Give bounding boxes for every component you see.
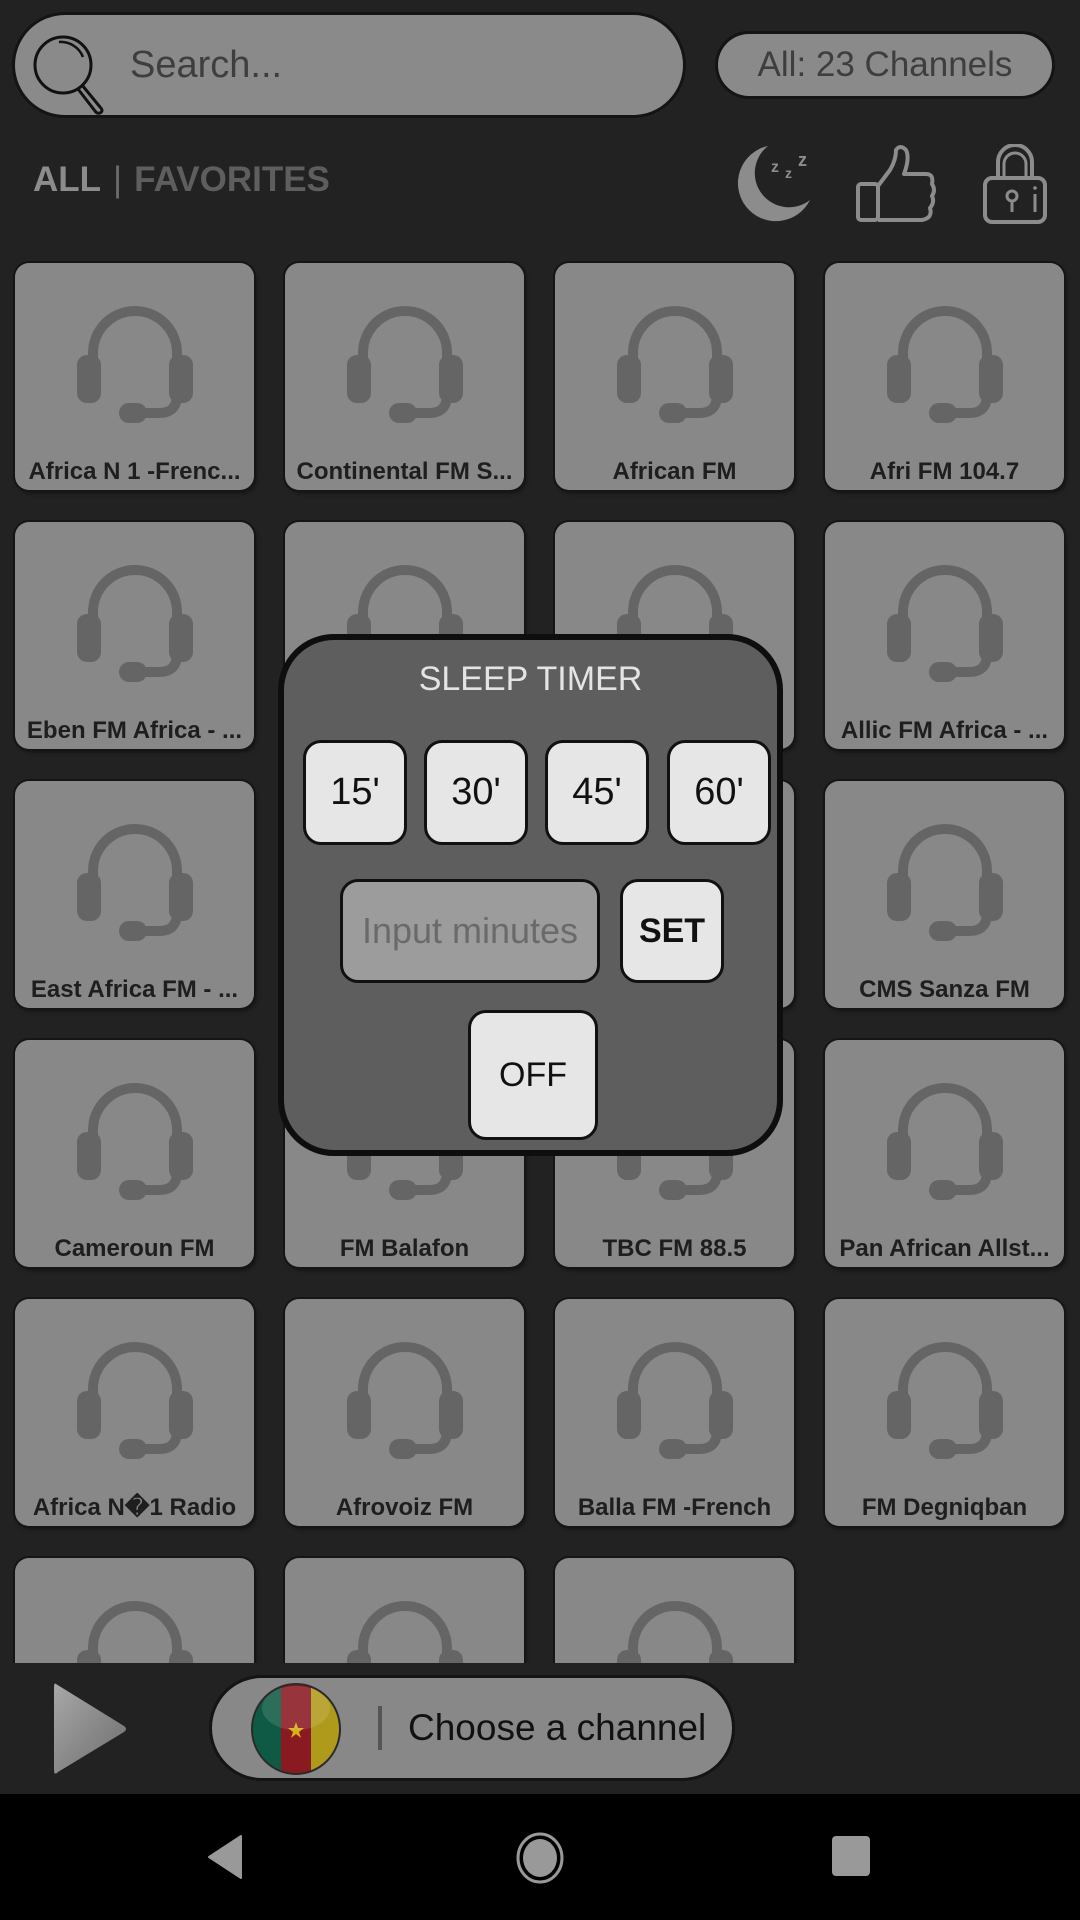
system-navigation-bar xyxy=(0,1794,1080,1920)
search-bar[interactable]: Search... xyxy=(15,15,683,115)
channel-card[interactable]: Continental FM S... xyxy=(285,263,524,490)
headset-icon xyxy=(887,1342,1003,1459)
headset-icon xyxy=(347,1342,463,1459)
preset-60-button[interactable]: 60' xyxy=(667,740,771,845)
channel-name: Africa N 1 -Frenc... xyxy=(28,458,241,485)
channel-card[interactable] xyxy=(15,1558,254,1663)
now-playing-status: Choose a channel xyxy=(408,1707,707,1748)
channel-card[interactable]: Afri FM 104.7 xyxy=(825,263,1064,490)
tab-separator: | xyxy=(113,160,123,199)
preset-30-button[interactable]: 30' xyxy=(424,740,528,845)
cameroon-flag-icon xyxy=(251,1683,341,1775)
channel-name: Afrovoiz FM xyxy=(335,1494,474,1521)
channel-name: CMS Sanza FM xyxy=(859,976,1030,1003)
lock-icon[interactable] xyxy=(982,144,1048,226)
sleep-timer-icon[interactable]: z z z xyxy=(738,142,823,224)
channel-name: Continental FM S... xyxy=(296,458,513,485)
channel-name: Afri FM 104.7 xyxy=(869,458,1020,485)
back-icon[interactable] xyxy=(205,1834,245,1880)
headset-icon xyxy=(617,1601,733,1663)
channel-card[interactable]: CMS Sanza FM xyxy=(825,781,1064,1008)
svg-text:z: z xyxy=(798,150,807,170)
svg-text:z: z xyxy=(785,165,792,181)
headset-icon xyxy=(347,306,463,423)
channel-name: TBC FM 88.5 xyxy=(602,1235,747,1262)
recents-icon[interactable] xyxy=(830,1834,872,1878)
now-playing-bar[interactable]: Choose a channel xyxy=(212,1678,732,1778)
headset-icon xyxy=(77,1342,193,1459)
dialog-title: SLEEP TIMER xyxy=(418,660,643,698)
headset-icon xyxy=(77,824,193,941)
tab-all[interactable]: ALL xyxy=(33,160,101,199)
thumbs-up-icon[interactable] xyxy=(856,144,938,224)
channel-card[interactable] xyxy=(555,1558,794,1663)
channel-card[interactable]: FM Degniqban xyxy=(825,1299,1064,1526)
channel-name: East Africa FM - ... xyxy=(30,976,239,1003)
channel-name: FM Degniqban xyxy=(861,1494,1028,1521)
channel-name: Eben FM Africa - ... xyxy=(26,717,243,744)
divider xyxy=(378,1706,382,1750)
channel-card[interactable]: Pan African Allst... xyxy=(825,1040,1064,1267)
headset-icon xyxy=(77,565,193,682)
channel-card[interactable]: Cameroun FM xyxy=(15,1040,254,1267)
channel-name: Pan African Allst... xyxy=(839,1235,1050,1262)
svg-text:z: z xyxy=(771,159,779,176)
channel-count-badge[interactable]: All: 23 Channels xyxy=(718,34,1052,96)
channel-card[interactable]: Afrovoiz FM xyxy=(285,1299,524,1526)
preset-45-button[interactable]: 45' xyxy=(545,740,649,845)
headset-icon xyxy=(887,565,1003,682)
headset-icon xyxy=(887,306,1003,423)
channel-card[interactable]: Allic FM Africa - ... xyxy=(825,522,1064,749)
filter-tabs: ALL | FAVORITES xyxy=(33,160,330,200)
channel-card[interactable]: Africa N 1 -Frenc... xyxy=(15,263,254,490)
search-input[interactable]: Search... xyxy=(130,15,282,115)
preset-15-button[interactable]: 15' xyxy=(303,740,407,845)
channel-name: African FM xyxy=(612,458,737,485)
tab-favorites[interactable]: FAVORITES xyxy=(134,160,330,199)
channel-name: Cameroun FM xyxy=(54,1235,215,1262)
channel-card[interactable]: Eben FM Africa - ... xyxy=(15,522,254,749)
headset-icon xyxy=(887,1083,1003,1200)
channel-card[interactable]: East Africa FM - ... xyxy=(15,781,254,1008)
channel-card[interactable]: Balla FM -French xyxy=(555,1299,794,1526)
channel-name: Allic FM Africa - ... xyxy=(840,717,1049,744)
set-button[interactable]: SET xyxy=(620,879,724,983)
headset-icon xyxy=(77,306,193,423)
search-icon xyxy=(33,35,104,115)
home-icon[interactable] xyxy=(515,1832,565,1884)
headset-icon xyxy=(77,1083,193,1200)
channel-name: FM Balafon xyxy=(339,1235,470,1262)
channel-card[interactable] xyxy=(285,1558,524,1663)
play-icon[interactable] xyxy=(50,1680,130,1778)
headset-icon xyxy=(77,1601,193,1663)
channel-name: Africa N�1 Radio xyxy=(32,1494,237,1521)
sleep-timer-dialog: SLEEP TIMER 15' 30' 45' 60' Input minute… xyxy=(278,634,783,1156)
off-button[interactable]: OFF xyxy=(468,1010,598,1140)
headset-icon xyxy=(347,1601,463,1663)
channel-card[interactable]: African FM xyxy=(555,263,794,490)
headset-icon xyxy=(617,306,733,423)
channel-name: Balla FM -French xyxy=(577,1494,772,1521)
headset-icon xyxy=(617,1342,733,1459)
minutes-input[interactable]: Input minutes xyxy=(340,879,600,983)
headset-icon xyxy=(887,824,1003,941)
channel-card[interactable]: Africa N�1 Radio xyxy=(15,1299,254,1526)
